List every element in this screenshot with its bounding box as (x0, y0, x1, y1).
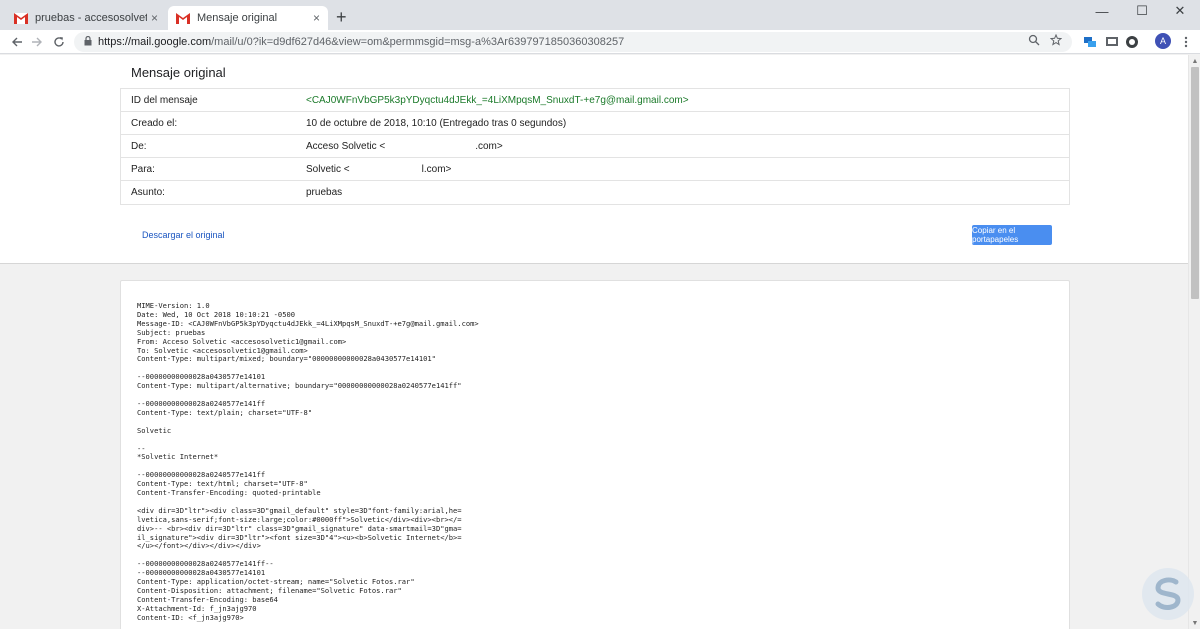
back-icon[interactable] (8, 33, 26, 51)
tab-mensaje-original[interactable]: Mensaje original × (168, 6, 328, 30)
meta-label: ID del mensaje (131, 94, 198, 106)
from-value: Acceso Solvetic < .com> (306, 141, 1069, 152)
created-value: 10 de octubre de 2018, 10:10 (Entregado … (306, 117, 567, 129)
extension-icon[interactable] (1082, 34, 1098, 50)
lock-icon (84, 35, 92, 48)
raw-message-source: MIME-Version: 1.0 Date: Wed, 10 Oct 2018… (137, 301, 479, 622)
gmail-icon (14, 12, 28, 24)
table-row: Asunto: pruebas (121, 181, 1069, 204)
browser-toolbar: https://mail.google.com/mail/u/0?ik=d9df… (0, 30, 1200, 54)
from-prefix: Acceso Solvetic < (306, 140, 386, 152)
maximize-button[interactable]: ☐ (1122, 0, 1162, 22)
account-avatar[interactable]: A (1155, 33, 1171, 49)
zoom-icon[interactable] (1028, 34, 1040, 49)
page-scrollbar[interactable]: ▲ ▼ (1188, 55, 1200, 629)
table-row: De: Acceso Solvetic < .com> (121, 135, 1069, 158)
url-path: /mail/u/0?ik=d9df627d46&view=om&permmsgi… (211, 36, 625, 48)
message-metadata-table: ID del mensaje <CAJ0WFnVbGP5k3pYDyqctu4d… (120, 88, 1070, 205)
subject-value: pruebas (306, 187, 343, 198)
table-row: Para: Solvetic < l.com> (121, 158, 1069, 181)
menu-icon[interactable] (1178, 34, 1194, 50)
raw-message-panel: MIME-Version: 1.0 Date: Wed, 10 Oct 2018… (120, 280, 1070, 629)
address-bar[interactable]: https://mail.google.com/mail/u/0?ik=d9df… (74, 32, 1072, 52)
meta-label: De: (131, 140, 147, 152)
meta-label: Asunto: (131, 187, 165, 198)
reload-icon[interactable] (50, 33, 68, 51)
to-prefix: Solvetic < (306, 163, 350, 175)
meta-label: Creado el: (131, 117, 178, 129)
extension-icon[interactable] (1124, 34, 1140, 50)
forward-icon[interactable] (28, 33, 46, 51)
close-icon[interactable]: × (151, 11, 158, 25)
tab-title: Mensaje original (197, 12, 278, 24)
star-icon[interactable] (1049, 33, 1063, 49)
url-domain: https://mail.google.com (98, 36, 212, 48)
table-row: ID del mensaje <CAJ0WFnVbGP5k3pYDyqctu4d… (121, 89, 1069, 112)
new-tab-button[interactable]: + (336, 8, 347, 26)
table-row: Creado el: 10 de octubre de 2018, 10:10 … (121, 112, 1069, 135)
download-original-link[interactable]: Descargar el original (142, 230, 225, 240)
message-header-panel: Mensaje original ID del mensaje <CAJ0WFn… (0, 55, 1188, 264)
page-title: Mensaje original (131, 65, 226, 80)
url-actions (1028, 33, 1063, 49)
scroll-thumb[interactable] (1191, 67, 1199, 299)
close-icon[interactable]: × (313, 11, 320, 25)
tab-title: pruebas - accesosolvetic1@gmai (35, 12, 147, 24)
tab-strip: pruebas - accesosolvetic1@gmai × Mensaje… (0, 0, 1200, 30)
extension-icon[interactable] (1104, 34, 1120, 50)
copy-to-clipboard-button[interactable]: Copiar en el portapapeles (972, 225, 1052, 245)
from-suffix: .com> (475, 140, 503, 152)
meta-label: Para: (131, 163, 155, 175)
page-content: Mensaje original ID del mensaje <CAJ0WFn… (0, 55, 1188, 629)
to-value: Solvetic < l.com> (306, 164, 1069, 175)
tab-pruebas[interactable]: pruebas - accesosolvetic1@gmai × (6, 6, 166, 30)
gmail-icon (176, 12, 190, 24)
window-close-button[interactable]: ✕ (1160, 0, 1200, 22)
to-suffix: l.com> (421, 163, 452, 175)
scroll-up-icon[interactable]: ▲ (1189, 55, 1200, 67)
minimize-button[interactable]: — (1082, 0, 1122, 22)
solvetic-logo (1140, 566, 1196, 622)
message-id-value: <CAJ0WFnVbGP5k3pYDyqctu4dJEkk_=4LiXMpqsM… (306, 94, 689, 106)
